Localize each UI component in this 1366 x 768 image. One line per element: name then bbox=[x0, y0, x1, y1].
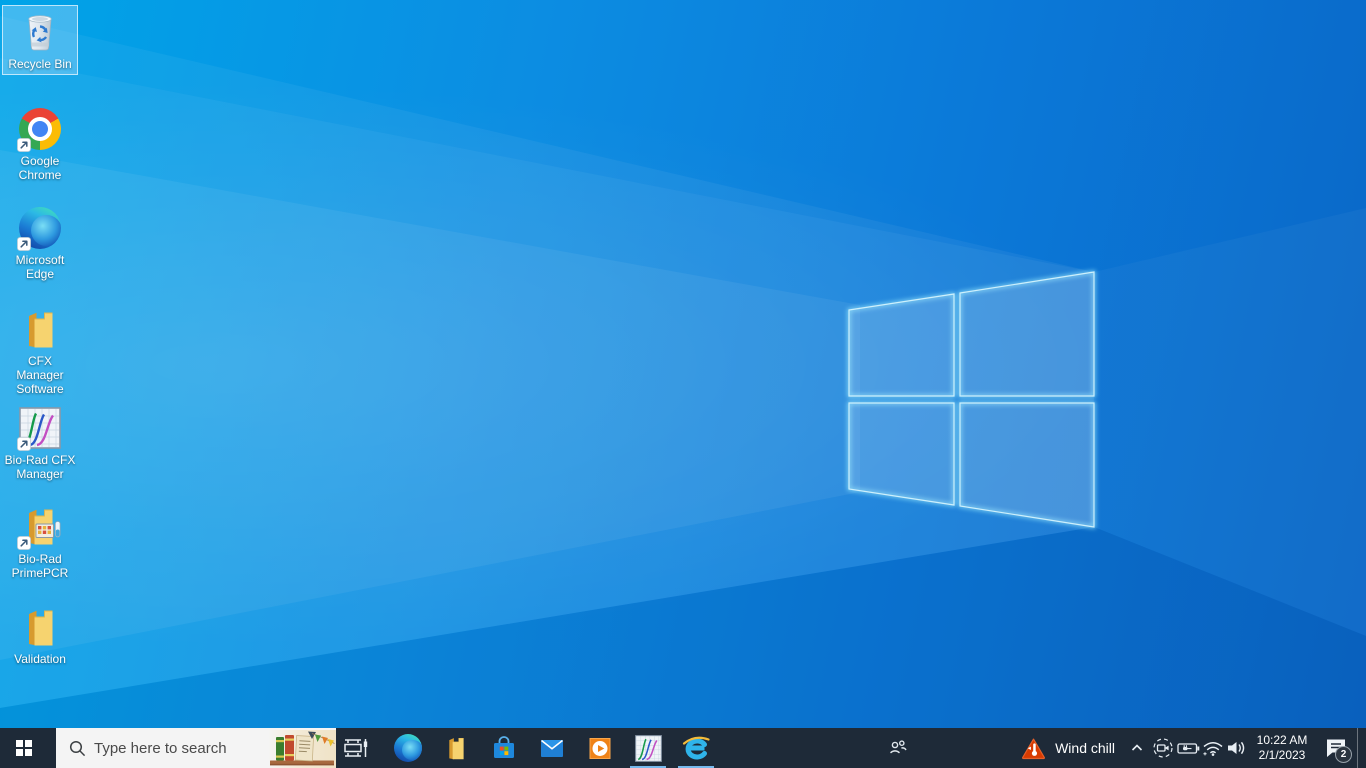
search-highlight-books-icon[interactable] bbox=[268, 728, 336, 768]
speaker-icon bbox=[1228, 741, 1245, 755]
desktop-icon-validation[interactable]: Validation bbox=[2, 600, 78, 670]
desktop-background: Recycle Bin Google Chrome Microsoft Edge… bbox=[0, 0, 1366, 728]
task-view-button[interactable] bbox=[336, 728, 376, 768]
taskbar-app-internet-explorer[interactable] bbox=[672, 728, 720, 768]
battery-status-button[interactable] bbox=[1177, 728, 1201, 768]
folder-icon bbox=[17, 306, 63, 352]
volume-button[interactable] bbox=[1225, 728, 1249, 768]
meet-now-button[interactable] bbox=[1149, 728, 1177, 768]
weather-widget[interactable]: Wind chill bbox=[1010, 728, 1125, 768]
desktop-icon-label: Microsoft Edge bbox=[15, 253, 65, 282]
taskbar-empty-space bbox=[720, 728, 874, 768]
cfx-manager-chart-icon bbox=[17, 405, 63, 451]
folder-icon bbox=[17, 604, 63, 650]
shortcut-arrow-icon bbox=[17, 138, 31, 152]
desktop-icon-microsoft-edge[interactable]: Microsoft Edge bbox=[2, 201, 78, 285]
microsoft-edge-icon bbox=[394, 734, 422, 762]
battery-charging-icon bbox=[1177, 743, 1200, 754]
desktop-icon-label: Google Chrome bbox=[18, 154, 62, 183]
movies-tv-icon bbox=[589, 738, 611, 759]
clock-time: 10:22 AM bbox=[1256, 733, 1308, 747]
internet-explorer-icon bbox=[682, 736, 710, 760]
meet-now-camera-icon bbox=[1153, 738, 1173, 758]
wifi-status-button[interactable] bbox=[1201, 728, 1225, 768]
desktop-icon-cfx-manager-software[interactable]: CFX Manager Software bbox=[2, 302, 78, 400]
taskbar-app-file-explorer[interactable] bbox=[432, 728, 480, 768]
google-chrome-icon bbox=[17, 106, 63, 152]
desktop-icon-label: Recycle Bin bbox=[8, 57, 72, 71]
wifi-icon bbox=[1203, 741, 1223, 756]
shortcut-arrow-icon bbox=[17, 437, 31, 451]
search-input[interactable] bbox=[86, 739, 268, 757]
taskbar-app-bio-rad-cfx-manager[interactable] bbox=[624, 728, 672, 768]
start-button[interactable] bbox=[0, 728, 48, 768]
desktop-icon-label: Validation bbox=[14, 652, 66, 666]
taskbar-app-microsoft-store[interactable] bbox=[480, 728, 528, 768]
weather-alert-icon bbox=[1022, 738, 1046, 759]
shortcut-arrow-icon bbox=[17, 237, 31, 251]
taskbar-app-microsoft-edge[interactable] bbox=[384, 728, 432, 768]
cfx-manager-icon bbox=[635, 735, 662, 762]
people-button[interactable] bbox=[874, 728, 922, 768]
action-center-button[interactable]: 2 bbox=[1315, 728, 1357, 768]
mail-icon bbox=[541, 739, 563, 757]
desktop-icon-recycle-bin[interactable]: Recycle Bin bbox=[2, 5, 78, 76]
chevron-up-icon bbox=[1131, 744, 1143, 751]
search-icon bbox=[69, 740, 86, 757]
desktop-icon-label: CFX Manager Software bbox=[16, 354, 64, 397]
clock-date: 2/1/2023 bbox=[1258, 748, 1306, 762]
taskbar-search[interactable] bbox=[56, 728, 336, 768]
file-explorer-icon bbox=[442, 735, 470, 761]
recycle-bin-icon bbox=[17, 9, 63, 55]
weather-label: Wind chill bbox=[1055, 740, 1115, 756]
task-view-icon bbox=[344, 739, 368, 757]
desktop-icon-bio-rad-primepcr[interactable]: Bio-Rad PrimePCR bbox=[2, 500, 78, 584]
shortcut-arrow-icon bbox=[17, 536, 31, 550]
windows-logo-icon bbox=[15, 739, 33, 757]
notification-count-badge: 2 bbox=[1335, 746, 1352, 763]
taskbar-app-movies-tv[interactable] bbox=[576, 728, 624, 768]
tray-expand-button[interactable] bbox=[1125, 728, 1149, 768]
wallpaper-light-beams-and-windows-logo bbox=[0, 16, 1366, 728]
people-icon bbox=[890, 740, 907, 754]
microsoft-store-icon bbox=[494, 736, 514, 758]
primepcr-folder-icon bbox=[17, 504, 63, 550]
desktop-icon-google-chrome[interactable]: Google Chrome bbox=[2, 102, 78, 186]
clock[interactable]: 10:22 AM 2/1/2023 bbox=[1249, 728, 1315, 768]
desktop-icon-bio-rad-cfx-manager[interactable]: Bio-Rad CFX Manager bbox=[2, 401, 78, 485]
microsoft-edge-icon bbox=[17, 205, 63, 251]
show-desktop-button[interactable] bbox=[1357, 728, 1366, 768]
taskbar: Wind chill bbox=[0, 728, 1366, 768]
desktop-icon-label: Bio-Rad CFX Manager bbox=[4, 453, 76, 482]
taskbar-app-mail[interactable] bbox=[528, 728, 576, 768]
desktop-icon-label: Bio-Rad PrimePCR bbox=[11, 552, 69, 581]
